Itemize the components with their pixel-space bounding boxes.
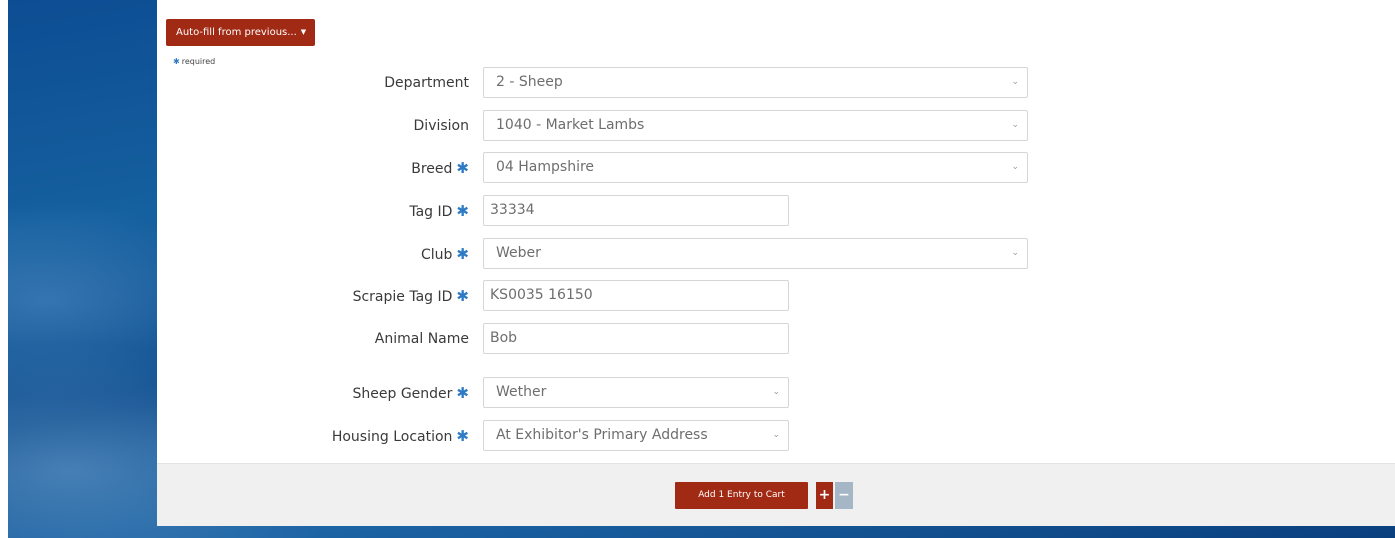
entry-form-card: Auto-fill from previous... ▼ ✱ required De…: [157, 0, 1395, 526]
chevron-down-icon: ⌄: [772, 430, 780, 440]
required-asterisk-icon: ✱: [456, 427, 469, 445]
division-value: 1040 - Market Lambs: [496, 117, 645, 133]
scrapie-tag-id-label: Scrapie Tag ID: [352, 289, 453, 305]
scrapie-tag-id-value: KS0035 16150: [490, 287, 593, 303]
club-select[interactable]: Weber ⌄: [483, 238, 1028, 269]
sheep-gender-label-group: Sheep Gender ✱: [353, 377, 470, 410]
add-entry-to-cart-button[interactable]: Add 1 Entry to Cart: [675, 482, 808, 509]
required-legend-text: required: [181, 57, 216, 66]
animal-name-input[interactable]: Bob: [483, 323, 789, 354]
sheep-gender-value: Wether: [496, 384, 547, 400]
housing-location-value: At Exhibitor's Primary Address: [496, 427, 708, 443]
housing-location-label: Housing Location: [331, 429, 453, 445]
increment-entry-button[interactable]: +: [816, 482, 833, 509]
autofill-dropdown-button[interactable]: Auto-fill from previous... ▼: [166, 19, 315, 46]
required-asterisk-icon: ✱: [456, 202, 469, 220]
department-label: Department: [384, 75, 469, 91]
required-legend: ✱ required: [173, 57, 215, 66]
animal-name-value: Bob: [490, 330, 518, 346]
tag-id-label-group: Tag ID ✱: [409, 195, 469, 228]
tag-id-label: Tag ID: [409, 204, 453, 220]
department-select[interactable]: 2 - Sheep ⌄: [483, 67, 1028, 98]
sheep-gender-select[interactable]: Wether ⌄: [483, 377, 789, 408]
sheep-gender-label: Sheep Gender: [352, 386, 453, 402]
division-select[interactable]: 1040 - Market Lambs ⌄: [483, 110, 1028, 141]
chevron-down-icon: ⌄: [1011, 162, 1019, 172]
decrement-entry-button[interactable]: −: [835, 482, 853, 509]
club-value: Weber: [496, 245, 541, 261]
plus-icon: +: [818, 487, 831, 503]
chevron-down-icon: ⌄: [772, 387, 780, 397]
minus-icon: −: [838, 487, 850, 503]
required-asterisk-icon: ✱: [456, 287, 469, 305]
housing-location-select[interactable]: At Exhibitor's Primary Address ⌄: [483, 420, 789, 451]
required-asterisk-icon: ✱: [456, 245, 469, 263]
tag-id-input[interactable]: 33334: [483, 195, 789, 226]
club-label-group: Club ✱: [421, 238, 469, 271]
required-asterisk-icon: ✱: [456, 384, 469, 402]
division-label: Division: [413, 118, 469, 134]
required-asterisk-icon: ✱: [456, 159, 469, 177]
housing-location-label-group: Housing Location ✱: [332, 420, 469, 453]
animal-name-label: Animal Name: [374, 331, 469, 347]
club-label: Club: [420, 247, 453, 263]
breed-label-group: Breed ✱: [411, 152, 469, 185]
breed-select[interactable]: 04 Hampshire ⌄: [483, 152, 1028, 183]
caret-down-icon: ▼: [300, 28, 307, 36]
required-asterisk-icon: ✱: [173, 57, 180, 66]
scrapie-tag-id-label-group: Scrapie Tag ID ✱: [353, 280, 469, 313]
autofill-label: Auto-fill from previous...: [176, 27, 297, 38]
breed-value: 04 Hampshire: [496, 159, 595, 175]
chevron-down-icon: ⌄: [1011, 77, 1019, 87]
breed-label: Breed: [411, 161, 453, 177]
chevron-down-icon: ⌄: [1011, 120, 1019, 130]
scrapie-tag-id-input[interactable]: KS0035 16150: [483, 280, 789, 311]
department-value: 2 - Sheep: [496, 74, 563, 90]
form-footer: Add 1 Entry to Cart + −: [157, 463, 1395, 526]
chevron-down-icon: ⌄: [1011, 248, 1019, 258]
tag-id-value: 33334: [490, 202, 535, 218]
